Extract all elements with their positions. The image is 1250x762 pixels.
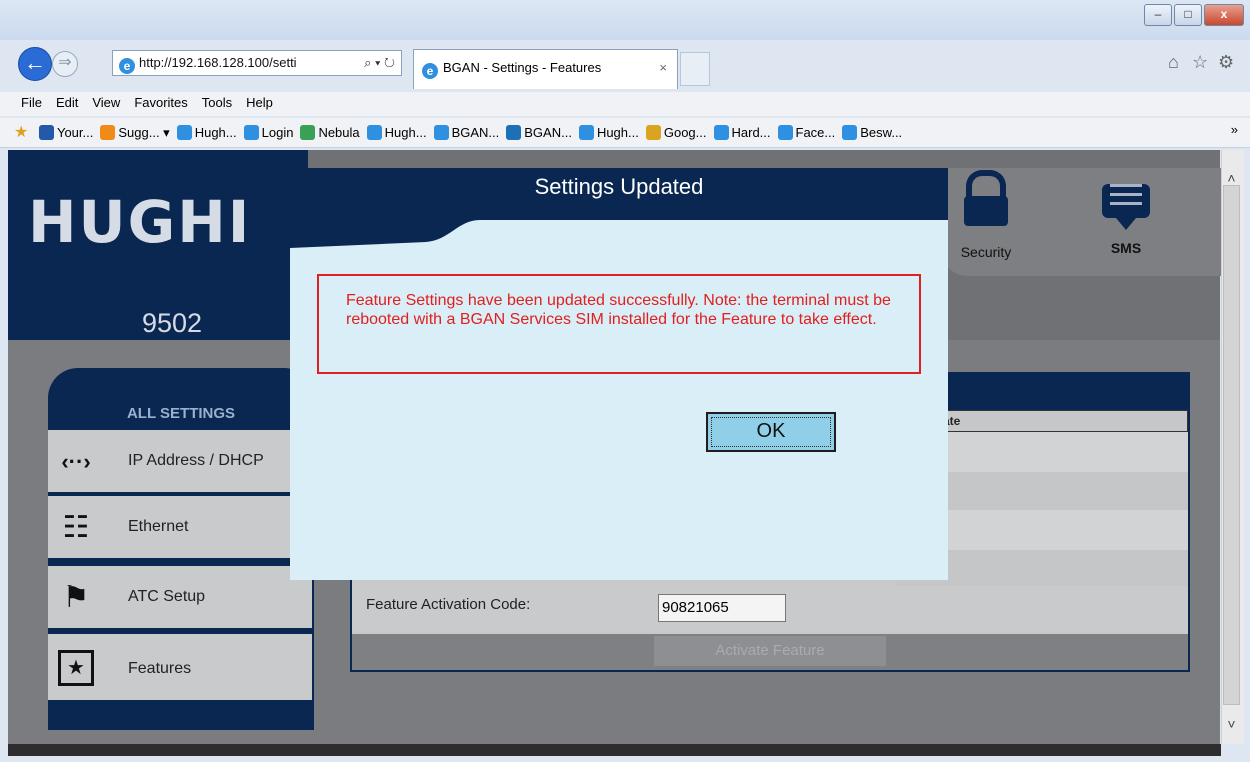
favorite-label: Hugh... <box>596 125 639 140</box>
favorite-label: Sugg... ▾ <box>118 125 170 140</box>
favorite-label: Login <box>261 125 294 140</box>
favorite-label: Your... <box>56 125 94 140</box>
gear-icon[interactable]: ⚙ <box>1218 52 1234 73</box>
favorite-link[interactable]: Face... <box>777 118 836 148</box>
ok-button[interactable]: OK <box>706 412 836 452</box>
nav-item-ethernet[interactable]: ☷ Ethernet <box>48 496 312 560</box>
lock-icon <box>964 170 1008 226</box>
ie-page-icon <box>366 125 382 140</box>
feature-code-input[interactable]: 90821065 <box>658 594 786 622</box>
ie-page-icon <box>842 125 858 140</box>
address-bar[interactable]: e http://192.168.128.100/setti ⌕ ▾ ↻ <box>112 50 402 76</box>
favorite-label: Hugh... <box>194 125 237 140</box>
favorite-label: BGAN... <box>451 125 500 140</box>
minimize-button[interactable]: – <box>1144 4 1172 26</box>
nav-item-label: Features <box>128 660 192 677</box>
nav-item-label: ATC Setup <box>128 588 206 605</box>
menu-help[interactable]: Help <box>239 92 280 114</box>
favorite-link[interactable]: Goog... <box>645 118 707 148</box>
nebula-icon <box>300 125 316 140</box>
ie-page-icon <box>578 125 594 140</box>
star-icon[interactable]: ☆ <box>1192 52 1208 73</box>
activate-feature-button[interactable]: Activate Feature <box>654 636 886 666</box>
favorite-link[interactable]: Your... <box>38 118 94 148</box>
globe-icon <box>506 125 522 140</box>
ie-page-icon <box>433 125 449 140</box>
puzzle-star-icon: ★ <box>58 650 94 686</box>
nav-item-features[interactable]: ★ Features <box>48 634 312 702</box>
favorite-link[interactable]: Login <box>243 118 294 148</box>
favorite-link[interactable]: BGAN... <box>433 118 500 148</box>
close-window-button[interactable]: x <box>1204 4 1244 26</box>
favorite-link[interactable]: Sugg... ▾ <box>100 118 170 148</box>
home-icon[interactable]: ⌂ <box>1168 52 1179 73</box>
menu-edit[interactable]: Edit <box>49 92 85 114</box>
security-button[interactable]: Security <box>946 170 1026 260</box>
feature-code-label: Feature Activation Code: <box>366 596 531 613</box>
menu-bar: File Edit View Favorites Tools Help <box>0 92 1250 116</box>
favorite-label: Besw... <box>860 125 903 140</box>
favorite-link[interactable]: Nebula <box>300 118 360 148</box>
favorite-link[interactable]: Hugh... <box>176 118 237 148</box>
nav-header: ALL SETTINGS <box>126 405 236 422</box>
scrollbar-thumb[interactable] <box>1223 185 1240 705</box>
back-button[interactable]: ← <box>18 47 52 81</box>
sms-label: SMS <box>1110 240 1142 256</box>
favorite-label: BGAN... <box>524 125 572 140</box>
ie-page-icon: e <box>422 63 438 79</box>
modal-title: Settings Updated <box>534 174 704 199</box>
security-label: Security <box>960 244 1012 260</box>
favorite-link[interactable]: Besw... <box>842 118 902 148</box>
tab-title: BGAN - Settings - Features <box>443 60 602 75</box>
favorite-link[interactable]: BGAN... <box>506 118 572 148</box>
menu-favorites[interactable]: Favorites <box>127 92 194 114</box>
brand-logo: HUGHI <box>28 188 252 256</box>
forward-button[interactable]: ⇒ <box>52 51 78 77</box>
ie-page-icon <box>176 125 192 140</box>
ie-page-icon <box>243 125 259 140</box>
close-tab-icon[interactable]: × <box>659 50 667 86</box>
favorites-star-icon[interactable]: ★ <box>14 118 28 148</box>
antenna-icon: ⚑ <box>62 581 90 614</box>
favorite-link[interactable]: Hard... <box>713 118 771 148</box>
chat-bubble-icon <box>1102 184 1150 230</box>
window-titlebar <box>0 0 1250 40</box>
nav-item-label: Ethernet <box>128 518 189 535</box>
nav-item-label: IP Address / DHCP <box>128 452 264 469</box>
favorites-bar: ★ Your... Sugg... ▾ Hugh... Login Nebula Hugh… <box>0 118 1250 148</box>
favorite-label: Goog... <box>663 125 707 140</box>
arrows-icon: ‹··› <box>61 449 91 474</box>
favorite-label: Nebula <box>318 125 360 140</box>
modal-message: Feature Settings have been updated succe… <box>317 274 921 374</box>
address-url: http://192.168.128.100/setti <box>139 55 297 70</box>
b-icon <box>38 125 54 140</box>
nav-item-atc-setup[interactable]: ⚑ ATC Setup <box>48 566 312 630</box>
menu-tools[interactable]: Tools <box>195 92 239 114</box>
favorite-link[interactable]: Hugh... <box>578 118 639 148</box>
nav-item-ip-address[interactable]: ‹··› IP Address / DHCP <box>48 430 312 494</box>
favorites-more-icon[interactable]: » <box>1231 118 1238 142</box>
scroll-down-icon[interactable]: ˅ <box>1223 716 1240 732</box>
sms-button[interactable]: SMS <box>1086 178 1166 256</box>
maps-icon <box>645 125 661 140</box>
suggested-icon <box>100 125 116 140</box>
ie-page-icon <box>777 125 793 140</box>
favorite-label: Hard... <box>731 125 771 140</box>
network-icon: ☷ <box>62 511 90 544</box>
menu-file[interactable]: File <box>14 92 49 114</box>
new-tab-button[interactable] <box>680 52 710 86</box>
ie-page-icon: e <box>119 58 135 74</box>
maximize-button[interactable]: □ <box>1174 4 1202 26</box>
page-bottom-bar <box>8 744 1221 756</box>
model-number: 9502 <box>142 308 203 338</box>
favorite-label: Hugh... <box>384 125 427 140</box>
favorite-label: Face... <box>795 125 836 140</box>
tab-bgan-settings[interactable]: e BGAN - Settings - Features × <box>413 49 678 89</box>
scroll-up-icon[interactable]: ˄ <box>1223 170 1240 186</box>
favorite-link[interactable]: Hugh... <box>366 118 427 148</box>
ie-page-icon <box>713 125 729 140</box>
address-controls[interactable]: ⌕ ▾ ↻ <box>364 51 395 75</box>
menu-view[interactable]: View <box>85 92 127 114</box>
